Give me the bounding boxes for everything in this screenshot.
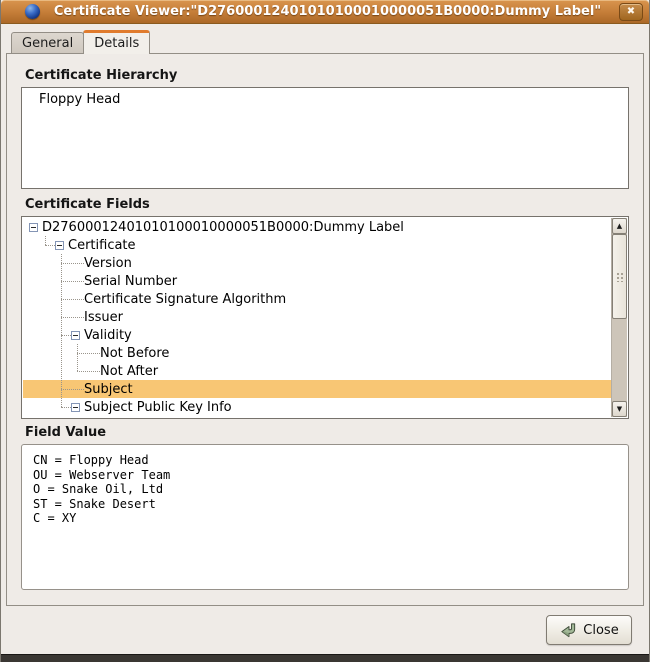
tree-row-version[interactable]: Version: [23, 254, 611, 272]
tree-row-issuer[interactable]: Issuer: [23, 308, 611, 326]
tree-connector-line: [77, 345, 100, 354]
tree-row-label: Serial Number: [84, 274, 177, 289]
tree-guide-line: [45, 236, 46, 245]
tree-indent: [23, 245, 45, 246]
scrollbar-up-button[interactable]: ▲: [612, 218, 627, 234]
certificate-fields-box: D27600012401010100010000051B0000:Dummy L…: [21, 216, 629, 419]
scrollbar-down-button[interactable]: ▼: [612, 401, 627, 417]
titlebar[interactable]: Certificate Viewer:"D2760001240101010001…: [1, 0, 649, 24]
tree-indent: [23, 353, 77, 354]
tree-connector-line: [77, 363, 100, 372]
tree-indent: [23, 281, 61, 282]
field-value-line: CN = Floppy Head: [33, 453, 628, 468]
tree-row-not-before[interactable]: Not Before: [23, 344, 611, 362]
tree-row-certificate[interactable]: Certificate: [23, 236, 611, 254]
scrollbar-grip: [616, 272, 624, 282]
expander-collapse-icon[interactable]: [71, 331, 80, 340]
tree-connector-line: [61, 309, 84, 318]
field-value-line: C = XY: [33, 511, 628, 526]
tree-row-d27600012401010100010000051b00[interactable]: D27600012401010100010000051B0000:Dummy L…: [23, 218, 611, 236]
tree-row-label: Version: [84, 256, 132, 271]
tree-connector-line: [61, 327, 71, 336]
close-arrow-icon: [559, 621, 578, 640]
certificate-hierarchy-list[interactable]: Floppy Head: [21, 87, 629, 189]
tree-row-label: Not Before: [100, 346, 169, 361]
tree-indent: [23, 371, 77, 372]
tree-row-label: D27600012401010100010000051B0000:Dummy L…: [42, 220, 404, 235]
scrollbar-thumb[interactable]: [612, 234, 627, 319]
tree-guide-line: [61, 254, 62, 407]
certificate-fields-heading: Certificate Fields: [25, 197, 629, 212]
expander-collapse-icon[interactable]: [55, 241, 64, 250]
tree-row-label: Not After: [100, 364, 158, 379]
tree-indent: [23, 389, 61, 390]
details-tab-panel: Certificate Hierarchy Floppy Head Certif…: [6, 53, 644, 606]
tree-row-label: Issuer: [84, 310, 123, 325]
tree-indent: [23, 299, 61, 300]
window-title: Certificate Viewer:"D2760001240101010001…: [40, 4, 615, 19]
tree-indent: [23, 335, 61, 336]
certificate-fields-tree: D27600012401010100010000051B0000:Dummy L…: [23, 218, 611, 417]
tree-indent: [23, 317, 61, 318]
tree-row-label: Certificate Signature Algorithm: [84, 292, 286, 307]
tree-row-label: Validity: [84, 328, 132, 343]
tree-connector-line: [45, 237, 55, 246]
field-value-line: O = Snake Oil, Ltd: [33, 482, 628, 497]
tree-row-not-after[interactable]: Not After: [23, 362, 611, 380]
tree-indent: [23, 263, 61, 264]
tree-row-subject-public-key-info[interactable]: Subject Public Key Info: [23, 398, 611, 416]
close-button[interactable]: Close: [546, 615, 632, 645]
close-button-label: Close: [583, 623, 618, 638]
tree-guide-line: [77, 344, 78, 371]
tab-bar: General Details: [1, 24, 649, 53]
certificate-viewer-window: Certificate Viewer:"D2760001240101010001…: [0, 0, 650, 662]
certificate-hierarchy-heading: Certificate Hierarchy: [25, 68, 629, 83]
expander-collapse-icon[interactable]: [71, 403, 80, 412]
tree-row-certificate-signature-algorith[interactable]: Certificate Signature Algorithm: [23, 290, 611, 308]
dialog-footer: Close: [1, 606, 649, 654]
tree-connector-line: [61, 381, 84, 390]
tree-connector-line: [61, 291, 84, 300]
scrollbar-track[interactable]: ▲ ▼: [611, 218, 627, 417]
tree-connector-line: [61, 399, 71, 408]
globe-icon[interactable]: [25, 4, 40, 19]
hierarchy-item[interactable]: Floppy Head: [22, 91, 628, 108]
window-close-button[interactable]: ✖: [619, 3, 643, 21]
tree-row-label: Subject Public Key Info: [84, 400, 232, 415]
field-value-line: ST = Snake Desert: [33, 497, 628, 512]
tree-connector-line: [61, 255, 84, 264]
field-value-textarea[interactable]: CN = Floppy HeadOU = Webserver TeamO = S…: [21, 444, 629, 590]
tab-general[interactable]: General: [11, 32, 84, 53]
tree-row-label: Subject: [84, 382, 133, 397]
tab-details[interactable]: Details: [83, 30, 150, 54]
tree-row-subject[interactable]: Subject: [23, 380, 611, 398]
expander-collapse-icon[interactable]: [29, 223, 38, 232]
tree-row-label: Certificate: [68, 238, 136, 253]
tree-connector-line: [61, 273, 84, 282]
tree-indent: [23, 407, 61, 408]
field-value-heading: Field Value: [25, 425, 629, 440]
tree-row-serial-number[interactable]: Serial Number: [23, 272, 611, 290]
tree-row-validity[interactable]: Validity: [23, 326, 611, 344]
field-value-line: OU = Webserver Team: [33, 468, 628, 483]
window-bottom-border: [1, 654, 649, 662]
